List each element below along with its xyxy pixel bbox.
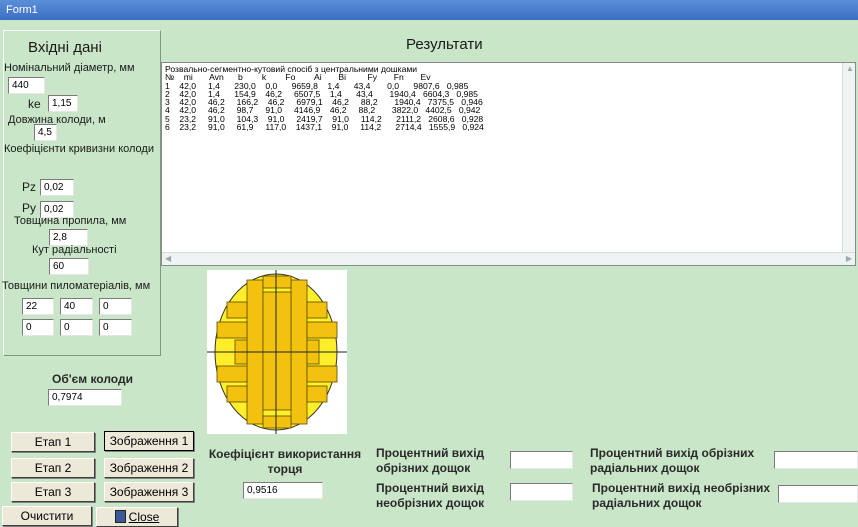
unedged-radial-pct-label: Процентний вихід необрізних радіальних д… xyxy=(592,481,771,510)
image2-button[interactable]: Зображення 2 xyxy=(104,458,194,478)
scroll-up-icon[interactable]: ▲ xyxy=(846,64,854,73)
angle-label: Кут радіальності xyxy=(32,244,117,256)
board-8 xyxy=(226,301,248,319)
pz-label: Pz xyxy=(22,180,37,194)
kerf-label: Товщина пропила, мм xyxy=(14,215,127,227)
log-cross-section-image xyxy=(207,270,347,434)
unedged-pct-label: Процентний вихід необрізних дощок xyxy=(376,481,485,510)
edged-radial-pct-input[interactable] xyxy=(774,451,858,469)
scroll-left-icon[interactable]: ◀ xyxy=(165,254,171,263)
angle-input[interactable] xyxy=(49,258,89,275)
thickness-input-4[interactable] xyxy=(22,319,54,336)
ke-label: ke xyxy=(28,97,41,111)
scroll-right-icon[interactable]: ▶ xyxy=(846,254,852,263)
results-vertical-scrollbar[interactable]: ▲ xyxy=(842,63,855,253)
unedged-radial-pct-input[interactable] xyxy=(778,485,858,503)
close-button-label: Close xyxy=(128,510,160,524)
image3-button[interactable]: Зображення 3 xyxy=(104,482,194,502)
board-13 xyxy=(262,415,292,429)
window-title: Form1 xyxy=(0,0,858,20)
results-memo[interactable]: Розвально-сегментно-кутовий спосіб з цен… xyxy=(161,62,856,266)
board-9 xyxy=(226,385,248,403)
thickness-input-2[interactable] xyxy=(60,298,93,315)
close-button[interactable]: Close xyxy=(96,507,178,527)
diameter-input[interactable] xyxy=(8,77,45,94)
board-6 xyxy=(306,321,338,339)
edged-radial-pct-label: Процентний вихід обрізних радіальних дощ… xyxy=(590,446,755,475)
door-exit-icon xyxy=(114,510,126,523)
thickness-input-6[interactable] xyxy=(99,319,132,336)
stage2-button[interactable]: Етап 2 xyxy=(11,458,95,478)
curvature-label: Коефіцієнти кривизни колоди xyxy=(4,143,154,155)
cutting-pattern-diagram xyxy=(207,270,347,434)
board-5 xyxy=(216,365,248,383)
edged-pct-input[interactable] xyxy=(510,451,573,469)
board-11 xyxy=(306,385,328,403)
board-10 xyxy=(306,301,328,319)
usage-coef-label: Коефіцієнт використання торця xyxy=(208,447,362,476)
results-heading: Результати xyxy=(406,36,483,53)
stage3-button[interactable]: Етап 3 xyxy=(11,482,95,502)
board-7 xyxy=(306,365,338,383)
thickness-input-5[interactable] xyxy=(60,319,93,336)
board-3 xyxy=(262,291,292,411)
edged-pct-label: Процентний вихід обрізних дощок xyxy=(376,446,485,475)
pz-input[interactable] xyxy=(40,179,74,196)
stage1-button[interactable]: Етап 1 xyxy=(11,432,95,452)
volume-input[interactable] xyxy=(48,389,122,406)
usage-coef-input[interactable] xyxy=(243,482,323,499)
diameter-label: Номінальний діаметр, мм xyxy=(4,62,135,74)
volume-label: Об'єм колоди xyxy=(52,372,133,386)
input-heading: Вхідні дані xyxy=(28,39,102,56)
thickness-input-3[interactable] xyxy=(99,298,132,315)
board-12 xyxy=(262,275,292,289)
board-4 xyxy=(216,321,248,339)
ke-input[interactable] xyxy=(48,95,78,112)
unedged-pct-input[interactable] xyxy=(510,483,573,501)
thickness-input-1[interactable] xyxy=(22,298,54,315)
py-label: Py xyxy=(22,201,37,215)
thickness-label: Товщини пиломатеріалів, мм xyxy=(2,280,151,292)
image1-button[interactable]: Зображення 1 xyxy=(104,431,194,451)
results-text: Розвально-сегментно-кутовий спосіб з цен… xyxy=(165,64,484,133)
length-input[interactable] xyxy=(34,124,57,141)
clear-button[interactable]: Очистити xyxy=(2,506,92,526)
results-horizontal-scrollbar[interactable]: ◀ ▶ xyxy=(162,252,855,265)
